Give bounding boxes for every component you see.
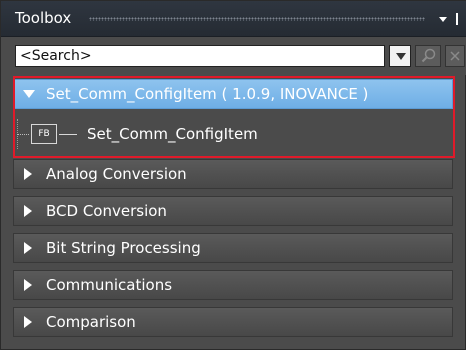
chevron-down-icon xyxy=(396,53,406,60)
title-bar[interactable]: Toolbox xyxy=(1,1,466,37)
search-input[interactable] xyxy=(15,45,385,67)
dropdown-arrow-icon[interactable] xyxy=(439,17,447,22)
tree-item-set-comm-configitem[interactable]: FB Set_Comm_ConfigItem xyxy=(13,115,453,155)
group-communications[interactable]: Communications xyxy=(13,270,453,300)
group-label: Communications xyxy=(46,276,173,294)
panel-title: Toolbox xyxy=(15,9,72,27)
tree-connector xyxy=(59,134,77,135)
group-label: Analog Conversion xyxy=(46,165,187,183)
group-label: BCD Conversion xyxy=(46,202,167,220)
tree-connector xyxy=(17,134,29,136)
group-comparison[interactable]: Comparison xyxy=(13,307,453,337)
search-icon xyxy=(421,48,436,63)
clear-search-button[interactable] xyxy=(445,45,465,67)
group-set-comm-configitem[interactable]: Set_Comm_ConfigItem ( 1.0.9, INOVANCE ) xyxy=(13,79,453,109)
expand-arrow-icon xyxy=(24,205,32,217)
collapse-arrow-icon xyxy=(23,90,35,98)
clear-icon xyxy=(450,51,460,61)
expand-arrow-icon xyxy=(24,242,32,254)
search-button[interactable] xyxy=(415,45,441,67)
toolbox-panel: Toolbox Set_Comm_ConfigItem ( 1.0.9, INO… xyxy=(0,0,466,350)
group-label: Bit String Processing xyxy=(46,239,201,257)
search-row xyxy=(1,37,466,75)
pin-icon[interactable] xyxy=(456,13,458,25)
group-bcd-conversion[interactable]: BCD Conversion xyxy=(13,196,453,226)
group-label: Comparison xyxy=(46,313,136,331)
group-label: Set_Comm_ConfigItem ( 1.0.9, INOVANCE ) xyxy=(46,85,369,103)
group-bit-string-processing[interactable]: Bit String Processing xyxy=(13,233,453,263)
title-grip[interactable] xyxy=(89,17,425,21)
group-analog-conversion[interactable]: Analog Conversion xyxy=(13,159,453,189)
expand-arrow-icon xyxy=(24,168,32,180)
search-dropdown-button[interactable] xyxy=(389,45,411,67)
tree-item-label: Set_Comm_ConfigItem xyxy=(87,125,258,143)
function-block-icon: FB xyxy=(31,124,57,144)
expand-arrow-icon xyxy=(24,316,32,328)
expand-arrow-icon xyxy=(24,279,32,291)
